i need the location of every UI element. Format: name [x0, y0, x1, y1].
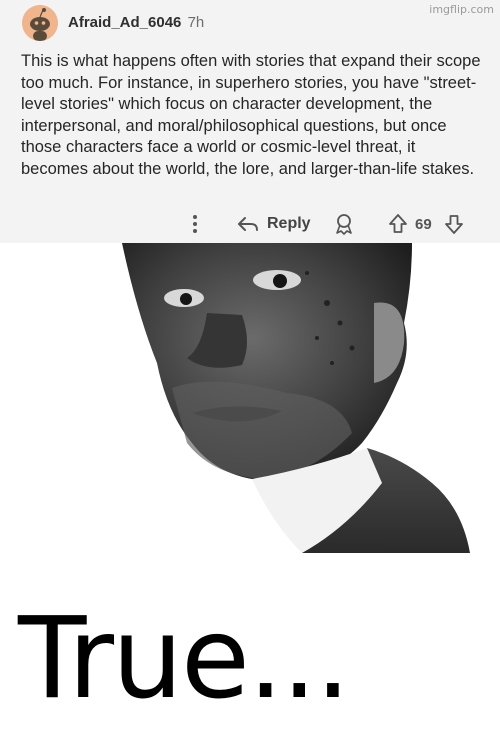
reply-button[interactable]: Reply [237, 212, 311, 236]
vertical-ellipsis-icon[interactable] [188, 212, 202, 236]
comment-age: 7h [187, 14, 205, 31]
arrow-up-icon[interactable] [387, 212, 409, 236]
avatar[interactable] [22, 5, 58, 41]
snoo-avatar-icon [22, 5, 58, 41]
reply-arrow-icon [238, 217, 258, 231]
author-name[interactable]: Afraid_Ad_6046 [68, 14, 181, 31]
comment-actions: Reply 69 [0, 208, 500, 240]
reply-label: Reply [267, 215, 311, 232]
caption-text: True... [18, 594, 351, 724]
author-line: Afraid_Ad_6046 7h [68, 14, 204, 31]
portrait-photo [122, 243, 470, 553]
comment-card: imgflip.com Afraid_Ad_6046 7h This is wh… [0, 0, 500, 243]
arrow-down-icon[interactable] [443, 212, 465, 236]
vote-score: 69 [415, 216, 432, 233]
award-icon[interactable] [333, 212, 355, 236]
comment-body: This is what happens often with stories … [21, 52, 481, 178]
watermark: imgflip.com [429, 3, 494, 16]
